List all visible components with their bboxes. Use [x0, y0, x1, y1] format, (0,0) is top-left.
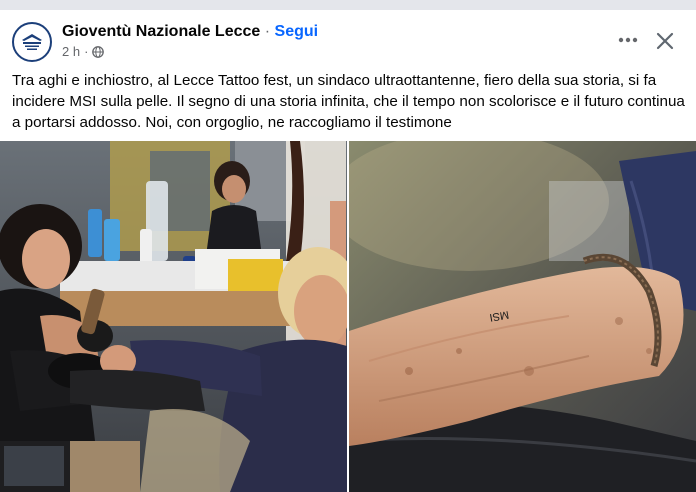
page-logo-icon: [17, 27, 47, 57]
post-photos: MSI: [0, 141, 696, 492]
follow-button[interactable]: Segui: [275, 23, 319, 40]
post-photo-left[interactable]: [0, 141, 347, 492]
more-options-button[interactable]: [612, 30, 644, 50]
page-avatar[interactable]: [12, 22, 52, 62]
header-separator: ·: [264, 23, 271, 40]
tattoo-closeup-photo: MSI: [349, 141, 696, 492]
page-name-link[interactable]: Gioventù Nazionale Lecce: [62, 23, 260, 40]
close-button[interactable]: [652, 28, 678, 54]
tattoo-session-photo: [0, 141, 347, 492]
meta-separator: ·: [84, 44, 89, 59]
post-card: Gioventù Nazionale Lecce · Segui 2 h · T…: [0, 10, 696, 492]
close-icon: [656, 32, 674, 50]
globe-icon: [92, 45, 105, 58]
post-text: Tra aghi e inchiostro, al Lecce Tattoo f…: [12, 72, 685, 131]
post-photo-right[interactable]: MSI: [349, 141, 696, 492]
more-options-icon: [618, 37, 638, 43]
post-header-title: Gioventù Nazionale Lecce · Segui: [62, 23, 318, 41]
post-meta: 2 h ·: [62, 44, 105, 59]
post-timestamp[interactable]: 2 h: [62, 44, 80, 59]
